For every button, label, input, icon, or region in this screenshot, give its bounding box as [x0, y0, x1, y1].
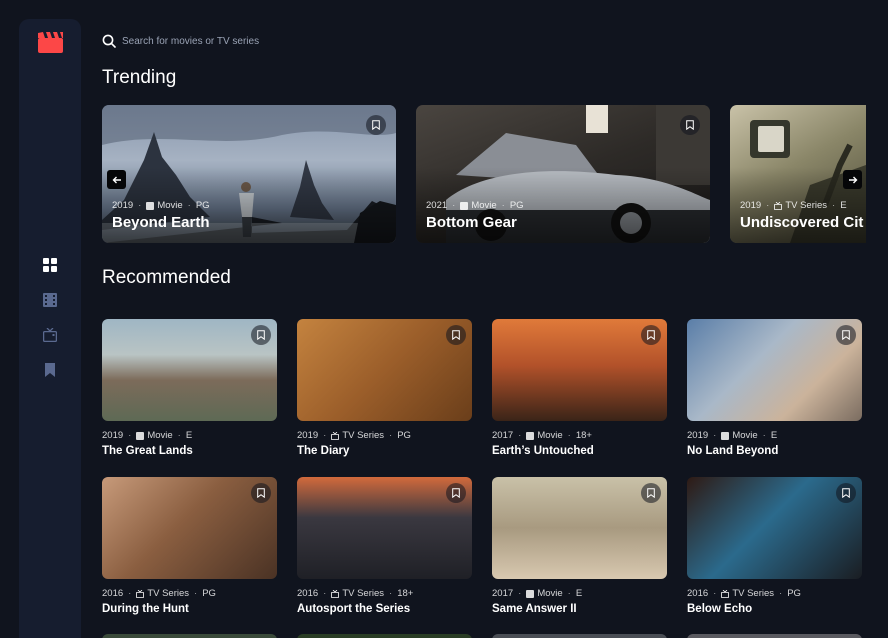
trending-meta: 2019 · TV Series · E: [740, 200, 847, 211]
movie-category-icon: [136, 431, 145, 440]
bookmark-button[interactable]: [641, 483, 661, 503]
bookmark-icon: [842, 330, 850, 340]
trending-card[interactable]: 2019 · Movie · PG Beyond Earth: [102, 105, 396, 243]
card-thumbnail: [687, 319, 862, 421]
card-meta: 2019 · TV Series · PG: [297, 430, 411, 441]
card-thumbnail-peek: [492, 634, 667, 638]
recommended-card[interactable]: 2019 · Movie · E The Great Lands: [102, 319, 277, 457]
card-thumbnail-peek: [297, 634, 472, 638]
recommended-card[interactable]: 2017 · Movie · E Same Answer II: [492, 477, 667, 615]
trending-heading: Trending: [102, 67, 177, 88]
bookmark-button[interactable]: [446, 325, 466, 345]
recommended-card[interactable]: 2017 · Movie · 18+ Earth’s Untouched: [492, 319, 667, 457]
card-meta: 2016 · TV Series · 18+: [297, 588, 414, 599]
nav-movies-icon[interactable]: [43, 293, 57, 307]
bookmark-button[interactable]: [836, 483, 856, 503]
bookmark-button[interactable]: [366, 115, 386, 135]
bookmark-button[interactable]: [251, 325, 271, 345]
card-thumbnail: [102, 477, 277, 579]
nav-tv-series-icon[interactable]: [43, 328, 57, 342]
movie-category-icon: [146, 201, 155, 210]
card-thumbnail: [492, 319, 667, 421]
trending-card[interactable]: 2021 · Movie · PG Bottom Gear: [416, 105, 710, 243]
bookmark-icon: [647, 330, 655, 340]
tv-category-icon: [721, 589, 730, 598]
card-title: The Diary: [297, 445, 350, 457]
search-icon: [102, 34, 116, 48]
recommended-card[interactable]: 2019 · TV Series · PG The Diary: [297, 319, 472, 457]
card-meta: 2019 · Movie · E: [687, 430, 778, 441]
card-title: No Land Beyond: [687, 445, 779, 457]
card-thumbnail: [297, 477, 472, 579]
card-title: Below Echo: [687, 603, 753, 615]
nav-home-icon[interactable]: [43, 258, 57, 272]
bookmark-icon: [372, 120, 380, 130]
card-title: Autosport the Series: [297, 603, 411, 615]
movie-category-icon: [526, 589, 535, 598]
recommended-card[interactable]: 2019 · Movie · E No Land Beyond: [687, 319, 862, 457]
card-title: The Great Lands: [102, 445, 193, 457]
nav-bookmarks-icon[interactable]: [43, 363, 57, 377]
trending-meta: 2019 · Movie · PG: [112, 200, 210, 211]
card-meta: 2019 · Movie · E: [102, 430, 193, 441]
movie-category-icon: [460, 201, 469, 210]
trending-meta: 2021 · Movie · PG: [426, 200, 524, 211]
search-input[interactable]: [122, 32, 502, 50]
trending-title: Bottom Gear: [426, 214, 517, 231]
card-meta: 2016 · TV Series · PG: [687, 588, 801, 599]
bookmark-icon: [842, 488, 850, 498]
movie-category-icon: [526, 431, 535, 440]
bookmark-icon: [686, 120, 694, 130]
card-thumbnail: [687, 477, 862, 579]
bookmark-button[interactable]: [641, 325, 661, 345]
sidebar: [19, 19, 81, 638]
tv-category-icon: [331, 431, 340, 440]
bookmark-button[interactable]: [446, 483, 466, 503]
card-meta: 2017 · Movie · E: [492, 588, 583, 599]
card-thumbnail: [297, 319, 472, 421]
trending-title: Beyond Earth: [112, 214, 210, 231]
bookmark-button[interactable]: [251, 483, 271, 503]
tv-category-icon: [331, 589, 340, 598]
bookmark-icon: [647, 488, 655, 498]
movie-category-icon: [721, 431, 730, 440]
tv-category-icon: [774, 201, 783, 210]
recommended-card[interactable]: 2016 · TV Series · 18+ Autosport the Series: [297, 477, 472, 615]
bookmark-icon: [452, 488, 460, 498]
card-thumbnail-peek: [102, 634, 277, 638]
carousel-next-button[interactable]: [843, 170, 862, 189]
arrow-left-icon: [112, 176, 121, 183]
tv-category-icon: [136, 589, 145, 598]
carousel-prev-button[interactable]: [107, 170, 126, 189]
recommended-card[interactable]: 2016 · TV Series · PG Below Echo: [687, 477, 862, 615]
app-logo-icon[interactable]: [38, 32, 63, 53]
recommended-card[interactable]: 2016 · TV Series · PG During the Hunt: [102, 477, 277, 615]
card-meta: 2016 · TV Series · PG: [102, 588, 216, 599]
card-title: Earth’s Untouched: [492, 445, 594, 457]
card-thumbnail: [102, 319, 277, 421]
card-meta: 2017 · Movie · 18+: [492, 430, 592, 441]
bookmark-icon: [452, 330, 460, 340]
bookmark-icon: [257, 330, 265, 340]
arrow-right-icon: [848, 176, 857, 183]
card-thumbnail-peek: [687, 634, 862, 638]
bookmark-button[interactable]: [836, 325, 856, 345]
bookmark-icon: [257, 488, 265, 498]
recommended-heading: Recommended: [102, 267, 231, 288]
trending-title: Undiscovered Cit: [740, 214, 864, 231]
card-thumbnail: [492, 477, 667, 579]
card-title: Same Answer II: [492, 603, 577, 615]
card-title: During the Hunt: [102, 603, 189, 615]
bookmark-button[interactable]: [680, 115, 700, 135]
